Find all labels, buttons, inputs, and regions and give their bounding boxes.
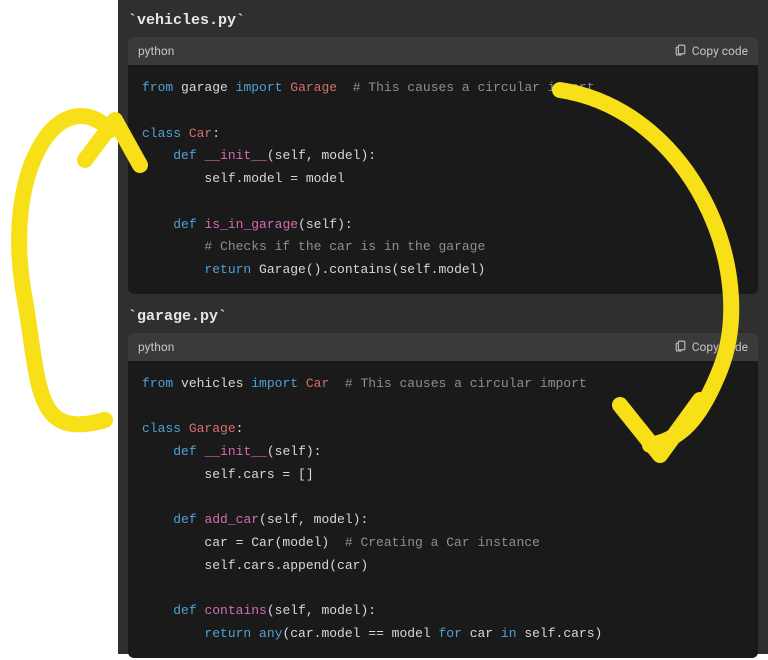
copy-code-label: Copy code bbox=[692, 44, 748, 58]
language-label: python bbox=[138, 44, 174, 58]
code-block-header: python Copy code bbox=[128, 333, 758, 361]
clipboard-icon bbox=[674, 339, 687, 355]
copy-code-label: Copy code bbox=[692, 340, 748, 354]
chat-response-pane: `vehicles.py` python Copy code from gara… bbox=[118, 0, 768, 654]
code-block-header: python Copy code bbox=[128, 37, 758, 65]
code-block-garage: python Copy code from vehicles import Ca… bbox=[128, 333, 758, 658]
code-body[interactable]: from garage import Garage # This causes … bbox=[128, 65, 758, 294]
clipboard-icon bbox=[674, 43, 687, 59]
file-title-vehicles: `vehicles.py` bbox=[128, 12, 758, 29]
copy-code-button[interactable]: Copy code bbox=[674, 43, 748, 59]
code-body[interactable]: from vehicles import Car # This causes a… bbox=[128, 361, 758, 658]
file-title-garage: `garage.py` bbox=[128, 308, 758, 325]
language-label: python bbox=[138, 340, 174, 354]
copy-code-button[interactable]: Copy code bbox=[674, 339, 748, 355]
code-block-vehicles: python Copy code from garage import Gara… bbox=[128, 37, 758, 294]
